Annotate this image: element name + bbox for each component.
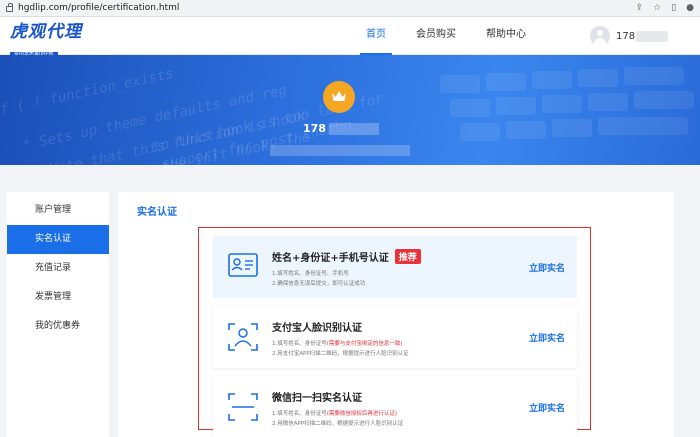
- option-description: 1.填写姓名、身份证号(需要与支付宝绑定的信息一致) 2.用支付宝APP扫描二维…: [272, 339, 409, 359]
- share-icon[interactable]: ⇪: [636, 3, 644, 13]
- account-sidebar: 账户管理 实名认证 充值记录 发票管理 我的优惠券: [7, 192, 109, 437]
- verify-now-button[interactable]: 立即实名: [529, 331, 565, 344]
- option-step-1: 1.填写姓名、身份证号(需要微信授权后再进行认证): [272, 411, 398, 417]
- avatar[interactable]: [590, 26, 610, 46]
- verify-now-button[interactable]: 立即实名: [529, 401, 565, 414]
- option-title-text: 微信扫一扫实名认证: [272, 393, 362, 404]
- verification-option-wechat-scan[interactable]: 微信扫一扫实名认证 1.填写姓名、身份证号(需要微信授权后再进行认证) 2.用微…: [213, 376, 577, 437]
- banner-username-masked: [328, 122, 379, 135]
- crown-icon: [332, 91, 346, 101]
- option-step-1: 1.填写姓名、身份证号(需要与支付宝绑定的信息一致): [272, 341, 403, 347]
- option-title-text: 姓名+身份证+手机号认证: [272, 253, 389, 264]
- page-title: 实名认证: [137, 207, 177, 218]
- recommended-badge: 推荐: [394, 249, 421, 264]
- qr-scan-icon: [228, 393, 258, 425]
- nav-item-membership[interactable]: 会员购买: [416, 17, 456, 55]
- lock-icon: [6, 3, 13, 12]
- option-step-1: 1.填写姓名、身份证号、手机号: [272, 271, 349, 277]
- option-title: 支付宝人脸识别认证: [272, 319, 362, 334]
- option-description: 1.填写姓名、身份证号、手机号 2.确保信息无误后提交，即可认证成功: [272, 269, 365, 289]
- highlight-frame: 姓名+身份证+手机号认证 推荐 1.填写姓名、身份证号、手机号 2.确保信息无误…: [198, 227, 591, 437]
- nav-item-help[interactable]: 帮助中心: [486, 17, 526, 55]
- keyboard-graphic: [430, 65, 700, 165]
- verification-panel: 实名认证 姓名+身份证+手机号认证 推荐 1.填写姓名、身份证号、手机号 2.确…: [118, 192, 674, 437]
- face-scan-icon: [228, 323, 258, 355]
- sidebar-item-account[interactable]: 账户管理: [7, 196, 109, 225]
- site-header: 虎观代理 全国高质量IP代理 首页 会员购买 帮助中心 178: [0, 17, 700, 59]
- username-masked: [636, 30, 669, 42]
- main-nav: 首页 会员购买 帮助中心: [360, 17, 556, 55]
- verify-now-button[interactable]: 立即实名: [529, 261, 565, 274]
- vip-crown-badge: [323, 81, 355, 113]
- side-panel-icon[interactable]: ▯: [671, 3, 676, 13]
- profile-icon[interactable]: ●: [686, 3, 694, 13]
- nav-item-home[interactable]: 首页: [360, 17, 392, 55]
- star-icon[interactable]: ☆: [653, 3, 661, 13]
- banner-username-text: 178: [303, 122, 326, 135]
- id-card-icon: [228, 253, 258, 281]
- sidebar-item-invoice[interactable]: 发票管理: [7, 283, 109, 312]
- user-menu[interactable]: 178: [590, 26, 669, 46]
- profile-banner: if ( ! function_exists * Sets up theme d…: [0, 55, 700, 165]
- option-step-1-note: (需要与支付宝绑定的信息一致): [326, 341, 403, 347]
- banner-info-masked: [270, 145, 410, 156]
- sidebar-item-verification[interactable]: 实名认证: [7, 225, 109, 254]
- browser-address-bar: hgdlip.com/profile/certification.html ⇪ …: [0, 0, 700, 17]
- option-title-text: 支付宝人脸识别认证: [272, 323, 362, 334]
- option-step-2: 2.确保信息无误后提交，即可认证成功: [272, 281, 366, 287]
- banner-username: 178: [303, 122, 379, 135]
- page: hgdlip.com/profile/certification.html ⇪ …: [0, 0, 700, 437]
- option-step-1-note: (需要微信授权后再进行认证): [326, 411, 398, 417]
- option-step-2: 2.用支付宝APP扫描二维码，根据提示进行人脸识别认证: [272, 351, 409, 357]
- option-step-2: 2.用微信APP扫描二维码，根据提示进行人脸识别认证: [272, 421, 404, 427]
- option-description: 1.填写姓名、身份证号(需要微信授权后再进行认证) 2.用微信APP扫描二维码，…: [272, 409, 403, 429]
- sidebar-item-recharge[interactable]: 充值记录: [7, 254, 109, 283]
- sidebar-item-coupons[interactable]: 我的优惠券: [7, 312, 109, 341]
- verification-option-alipay-face[interactable]: 支付宝人脸识别认证 1.填写姓名、身份证号(需要与支付宝绑定的信息一致) 2.用…: [213, 306, 577, 368]
- option-title: 姓名+身份证+手机号认证 推荐: [272, 249, 421, 264]
- option-title: 微信扫一扫实名认证: [272, 389, 362, 404]
- url-text[interactable]: hgdlip.com/profile/certification.html: [18, 3, 179, 13]
- username: 178: [616, 30, 636, 42]
- verification-option-id-phone[interactable]: 姓名+身份证+手机号认证 推荐 1.填写姓名、身份证号、手机号 2.确保信息无误…: [213, 236, 577, 298]
- logo-title: 虎观代理: [10, 22, 82, 42]
- browser-actions: ⇪ ☆ ▯ ●: [636, 3, 694, 13]
